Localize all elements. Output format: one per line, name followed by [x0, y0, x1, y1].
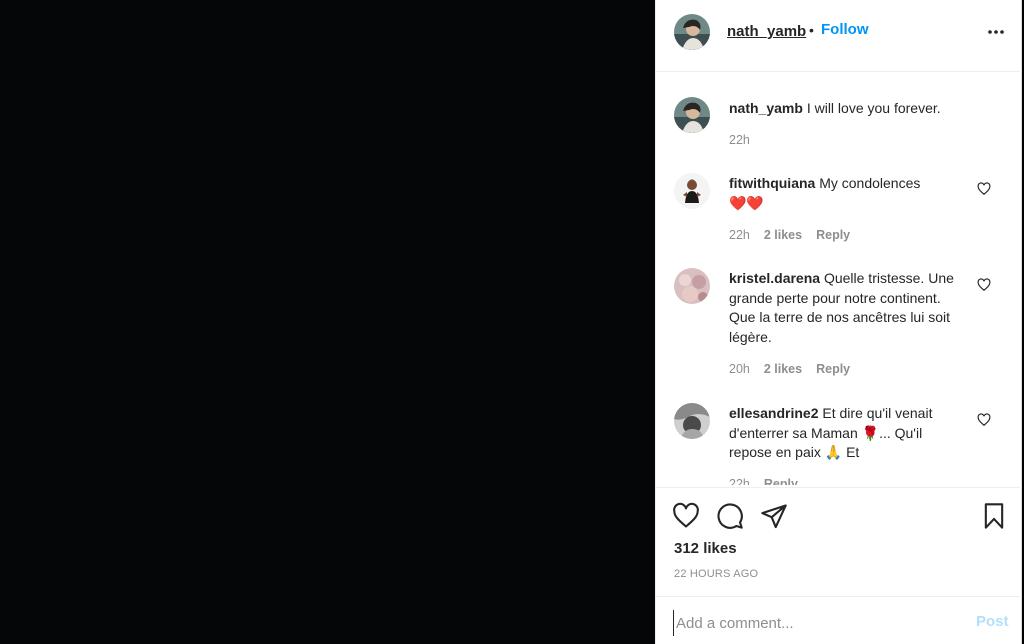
comment-text: ellesandrine2 Et dire qu'il venait d'ent… [729, 404, 967, 463]
comment-text: fitwithquiana My condolences ❤️❤️ [729, 174, 967, 213]
commenter-avatar[interactable] [674, 173, 710, 209]
commenter-avatar[interactable] [674, 268, 710, 304]
comment-body-c: Et [846, 444, 860, 460]
post-comment-button[interactable]: Post [976, 613, 1009, 630]
comment-username[interactable]: ellesandrine2 [729, 405, 819, 421]
comment-time[interactable]: 22h [729, 228, 750, 242]
follow-button[interactable]: Follow [821, 21, 869, 38]
comments-list[interactable]: nath_yamb I will love you forever. 22h f… [656, 73, 1022, 485]
comment-text: kristel.darena Quelle tristesse. Une gra… [729, 269, 967, 347]
caption-meta: 22h [729, 133, 764, 147]
comment-meta: 22h 2 likes Reply [729, 228, 864, 242]
comment-likes[interactable]: 2 likes [764, 362, 802, 376]
caption-author-avatar[interactable] [674, 97, 710, 133]
comment-time[interactable]: 22h [729, 477, 750, 485]
add-comment-bar: Post [656, 596, 1022, 644]
author-avatar[interactable] [674, 14, 710, 50]
like-comment-heart-icon[interactable] [977, 182, 991, 196]
caption-text: nath_yamb I will love you forever. [729, 99, 989, 119]
comment-meta: 20h 2 likes Reply [729, 362, 864, 376]
reply-button[interactable]: Reply [816, 362, 850, 376]
hearts-emoji: ❤️❤️ [729, 194, 764, 211]
comment-username[interactable]: fitwithquiana [729, 175, 815, 191]
bookmark-save-icon[interactable] [980, 502, 1008, 530]
reply-button[interactable]: Reply [816, 228, 850, 242]
comment-likes[interactable]: 2 likes [764, 228, 802, 242]
more-horizontal-icon[interactable] [986, 22, 1006, 42]
post-side-panel: nath_yamb • Follow nath_yamb I will love… [655, 0, 1022, 644]
add-comment-input[interactable] [673, 610, 968, 636]
like-heart-icon[interactable] [672, 502, 700, 530]
post-header: nath_yamb • Follow [656, 0, 1022, 72]
comment-username[interactable]: kristel.darena [729, 270, 820, 286]
like-comment-heart-icon[interactable] [977, 278, 991, 292]
separator-dot: • [809, 22, 814, 38]
pray-emoji: 🙏 [824, 444, 843, 460]
post-timestamp[interactable]: 22 HOURS AGO [674, 568, 758, 580]
caption-time[interactable]: 22h [729, 133, 750, 147]
reply-button[interactable]: Reply [764, 477, 798, 485]
comment-time[interactable]: 20h [729, 362, 750, 376]
rose-emoji: 🌹 [861, 424, 880, 441]
post-media[interactable] [0, 0, 655, 644]
caption-body: I will love you forever. [806, 100, 941, 116]
comment-meta: 22h Reply [729, 477, 812, 485]
like-comment-heart-icon[interactable] [977, 413, 991, 427]
author-username-link[interactable]: nath_yamb [727, 23, 806, 40]
likes-count[interactable]: 312 likes [674, 540, 737, 557]
comment-bubble-icon[interactable] [716, 502, 744, 530]
comment-body: My condolences [819, 175, 921, 191]
share-paper-plane-icon[interactable] [760, 502, 788, 530]
caption-username[interactable]: nath_yamb [729, 100, 803, 116]
instagram-post-view: nath_yamb • Follow nath_yamb I will love… [0, 0, 1024, 644]
post-actions: 312 likes 22 HOURS AGO [656, 487, 1022, 595]
commenter-avatar[interactable] [674, 403, 710, 439]
